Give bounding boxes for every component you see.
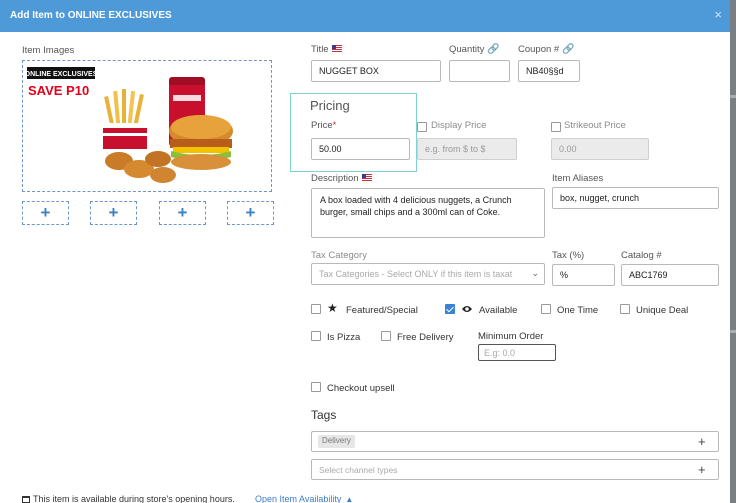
featured-label: Featured/Special <box>346 305 418 316</box>
us-flag-icon <box>361 173 372 181</box>
calendar-icon <box>22 496 30 503</box>
backdrop-edge <box>730 0 736 503</box>
price-input[interactable]: 50.00 <box>311 138 410 160</box>
title-input[interactable]: NUGGET BOX <box>311 60 441 82</box>
quantity-label: Quantity 🔗 <box>449 44 500 55</box>
add-image-button-3[interactable]: + <box>159 201 206 225</box>
free-delivery-label: Free Delivery <box>397 332 454 343</box>
item-image: ONLINE EXCLUSIVES SAVE P10 <box>25 67 233 183</box>
channel-types-select[interactable]: Select channel types <box>311 459 719 480</box>
price-label: Price* <box>311 120 337 131</box>
backdrop-line <box>730 330 736 333</box>
pricing-heading: Pricing <box>310 98 350 113</box>
item-aliases-input[interactable]: box, nugget, crunch <box>552 187 719 209</box>
banner-line2: SAVE P10 <box>28 83 89 98</box>
tag-chip-delivery[interactable]: Delivery <box>318 435 355 448</box>
nuggets-illustration <box>105 151 176 183</box>
add-tag-plus-icon[interactable]: + <box>698 435 706 448</box>
required-mark: * <box>332 120 337 131</box>
link-icon: 🔗 <box>562 44 575 55</box>
add-channel-plus-icon[interactable]: + <box>698 463 706 476</box>
title-label: Title <box>311 44 342 55</box>
item-image-dropzone[interactable]: ONLINE EXCLUSIVES SAVE P10 <box>22 60 272 192</box>
availability-text: This item is available during store's op… <box>22 494 235 503</box>
open-item-availability-link[interactable]: Open Item Availability ▲ <box>255 494 353 503</box>
add-image-button-4[interactable]: + <box>227 201 274 225</box>
display-price-checkbox[interactable] <box>417 122 427 132</box>
add-item-modal: Add Item to ONLINE EXCLUSIVES × Item Ima… <box>0 0 730 503</box>
available-label: Available <box>479 305 518 316</box>
minimum-order-label: Minimum Order <box>478 331 544 342</box>
coupon-label: Coupon # 🔗 <box>518 44 575 55</box>
tax-category-placeholder: Tax Categories - Select ONLY if this ite… <box>319 269 513 279</box>
quantity-input[interactable] <box>449 60 510 82</box>
strikeout-price-checkbox[interactable] <box>551 122 561 132</box>
display-price-input[interactable]: e.g. from $ to $ <box>417 138 517 160</box>
catalog-label: Catalog # <box>621 250 662 261</box>
link-icon: 🔗 <box>487 44 500 55</box>
banner-line1: ONLINE EXCLUSIVES <box>25 71 98 78</box>
chevron-up-icon: ▲ <box>345 495 354 503</box>
fries-illustration <box>103 89 147 149</box>
one-time-checkbox[interactable] <box>541 304 551 314</box>
unique-deal-label: Unique Deal <box>636 305 689 316</box>
description-label: Description <box>311 173 372 184</box>
is-pizza-label: Is Pizza <box>327 332 361 343</box>
backdrop-line <box>730 95 736 98</box>
strikeout-price-input[interactable]: 0.00 <box>551 138 649 160</box>
us-flag-icon <box>331 44 342 52</box>
description-textarea[interactable]: A box loaded with 4 delicious nuggets, a… <box>311 188 545 238</box>
add-image-button-2[interactable]: + <box>90 201 137 225</box>
display-price-label: Display Price <box>431 120 487 131</box>
add-image-button-1[interactable]: + <box>22 201 69 225</box>
is-pizza-checkbox[interactable] <box>311 331 321 341</box>
eye-icon <box>462 306 472 312</box>
tax-category-label: Tax Category <box>311 250 367 261</box>
modal-title: Add Item to ONLINE EXCLUSIVES <box>10 10 172 21</box>
burger-illustration <box>169 115 233 170</box>
coupon-input[interactable]: NB40§§d <box>518 60 580 82</box>
tags-heading: Tags <box>311 408 337 422</box>
checkout-upsell-checkbox[interactable] <box>311 382 321 392</box>
catalog-input[interactable]: ABC1769 <box>621 264 719 286</box>
tags-input[interactable] <box>311 431 719 452</box>
one-time-label: One Time <box>557 305 599 316</box>
tax-percent-input[interactable]: % <box>552 264 615 286</box>
chevron-down-icon: ⌄ <box>531 268 539 278</box>
modal-header: Add Item to ONLINE EXCLUSIVES × <box>0 0 730 32</box>
item-aliases-label: Item Aliases <box>552 173 604 184</box>
tax-percent-label: Tax (%) <box>552 250 585 261</box>
item-images-label: Item Images <box>22 45 75 56</box>
unique-deal-checkbox[interactable] <box>620 304 630 314</box>
minimum-order-input[interactable]: E.g: 0.0 <box>478 344 556 361</box>
featured-checkbox[interactable] <box>311 304 321 314</box>
tax-category-select[interactable]: Tax Categories - Select ONLY if this ite… <box>311 263 545 285</box>
available-checkbox[interactable] <box>445 304 455 314</box>
star-icon: ★ <box>327 301 338 315</box>
checkout-upsell-label: Checkout upsell <box>327 383 395 394</box>
free-delivery-checkbox[interactable] <box>381 331 391 341</box>
strikeout-price-label: Strikeout Price <box>564 120 626 131</box>
close-icon[interactable]: × <box>714 8 722 21</box>
